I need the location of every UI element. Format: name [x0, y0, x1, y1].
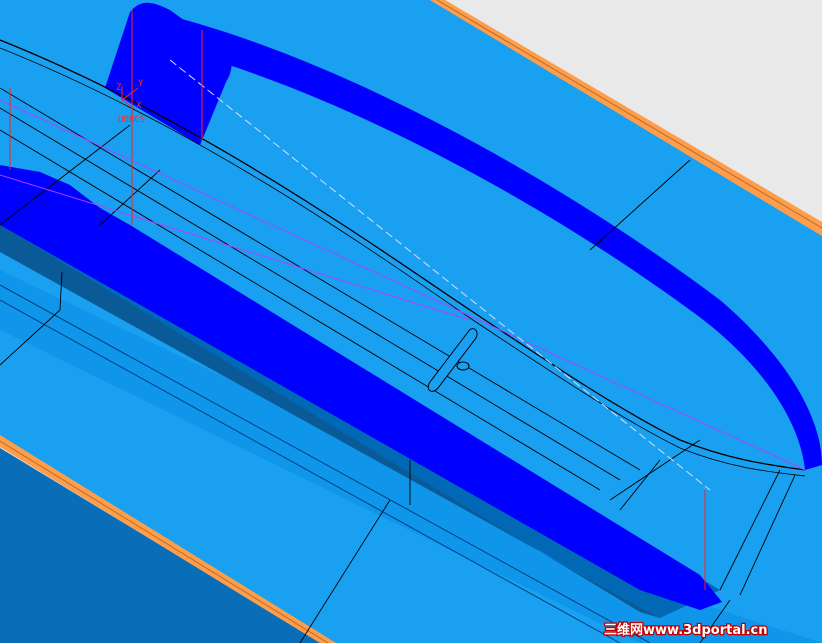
triad-y-label: Y — [138, 79, 144, 89]
triad-origin-code: UOBCS — [118, 115, 145, 125]
cad-viewport[interactable]: Z Y X UOBCS 三维网www.3dportal.cn — [0, 0, 822, 643]
triad-x-label: X — [136, 101, 142, 111]
cad-model-render: Z Y X UOBCS 三维网www.3dportal.cn — [0, 0, 822, 643]
watermark-text: 三维网www.3dportal.cn — [604, 622, 767, 638]
triad-z-label: Z — [116, 83, 122, 93]
